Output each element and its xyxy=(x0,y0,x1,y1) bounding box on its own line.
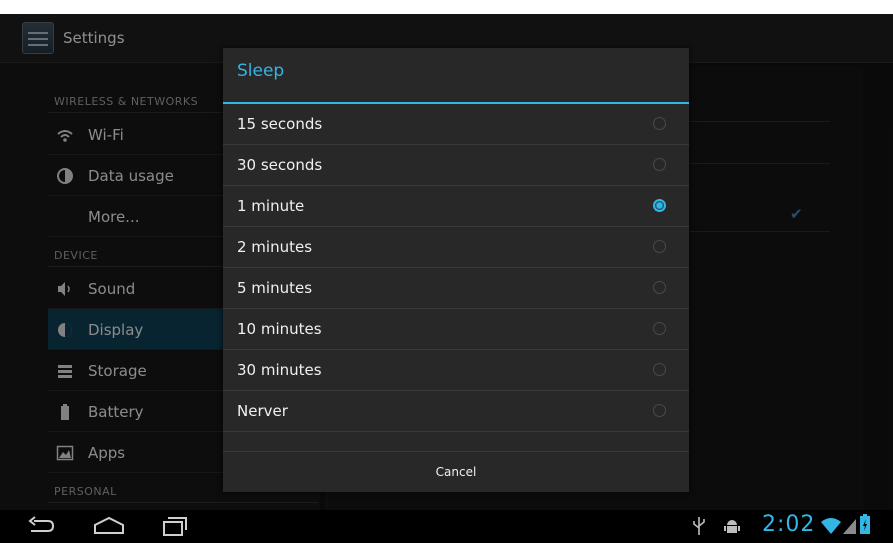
option-label: 30 minutes xyxy=(237,361,322,379)
battery-status-icon xyxy=(860,514,870,540)
android-debug-icon xyxy=(724,516,740,540)
back-icon[interactable] xyxy=(26,513,56,543)
radio-button[interactable] xyxy=(653,117,666,130)
sleep-option[interactable]: 2 minutes xyxy=(223,227,689,268)
radio-button[interactable] xyxy=(653,158,666,171)
home-icon[interactable] xyxy=(92,513,126,543)
status-clock: 2:02 xyxy=(762,512,816,537)
dialog-title: Sleep xyxy=(237,61,285,81)
option-label: 15 seconds xyxy=(237,115,323,133)
radio-button[interactable] xyxy=(653,322,666,335)
sleep-option[interactable]: 30 seconds xyxy=(223,145,689,186)
sleep-option[interactable]: 30 minutes xyxy=(223,350,689,391)
sleep-option[interactable]: 15 seconds xyxy=(223,104,689,145)
radio-button-selected[interactable] xyxy=(653,199,666,212)
option-label: 1 minute xyxy=(237,197,305,215)
system-bar: 2:02 xyxy=(0,510,893,543)
radio-button[interactable] xyxy=(653,404,666,417)
option-label: 30 seconds xyxy=(237,156,323,174)
option-label: Nerver xyxy=(237,402,288,420)
radio-button[interactable] xyxy=(653,240,666,253)
option-label: 2 minutes xyxy=(237,238,313,256)
usb-icon xyxy=(692,516,706,540)
sleep-option[interactable]: 10 minutes xyxy=(223,309,689,350)
sleep-dialog: Sleep 15 seconds 30 seconds 1 minute 2 m… xyxy=(223,48,689,492)
cancel-button[interactable]: Cancel xyxy=(223,451,689,492)
sleep-option[interactable]: Nerver xyxy=(223,391,689,432)
cell-signal-icon xyxy=(843,515,857,539)
sleep-option[interactable]: 5 minutes xyxy=(223,268,689,309)
android-screen: Settings WIRELESS & NETWORKS Wi-Fi Data … xyxy=(0,14,893,543)
sleep-option[interactable]: 1 minute xyxy=(223,186,689,227)
radio-button[interactable] xyxy=(653,281,666,294)
recent-apps-icon[interactable] xyxy=(160,513,190,543)
wifi-signal-icon xyxy=(820,515,842,539)
radio-button[interactable] xyxy=(653,363,666,376)
option-label: 10 minutes xyxy=(237,320,322,338)
option-label: 5 minutes xyxy=(237,279,313,297)
